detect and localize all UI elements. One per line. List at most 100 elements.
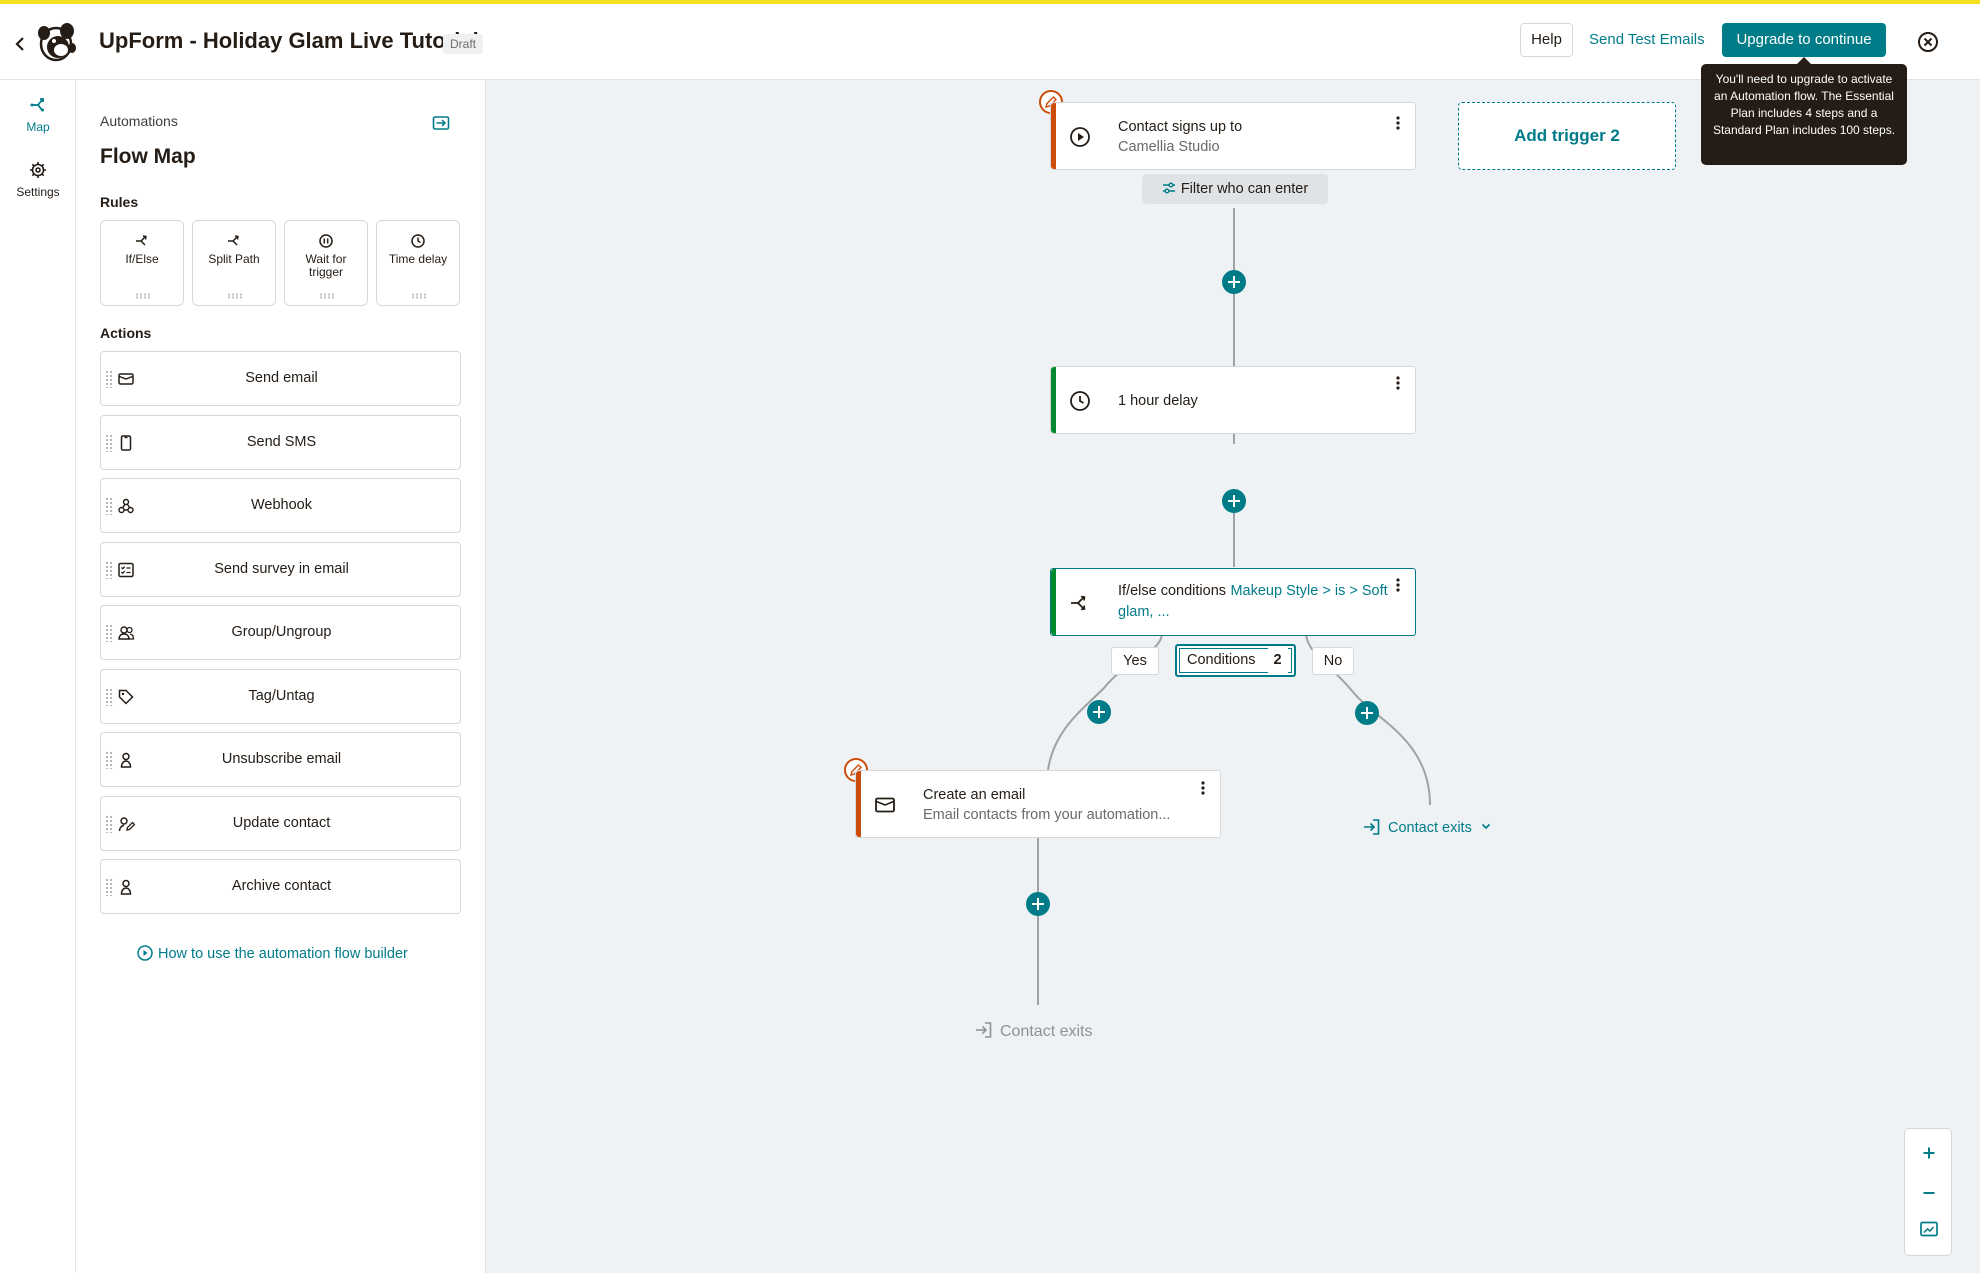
action-send-email[interactable]: Send email [100, 351, 461, 406]
rule-label: Time delay [388, 252, 448, 266]
action-send-sms[interactable]: Send SMS [100, 414, 461, 470]
play-circle-icon [1068, 125, 1092, 149]
fit-to-screen-icon[interactable] [1917, 1217, 1941, 1241]
add-trigger-button[interactable]: Add trigger 2 [1458, 102, 1676, 170]
action-send-survey[interactable]: Send survey in email [100, 541, 461, 597]
more-options-icon[interactable] [1196, 778, 1210, 798]
nav-item-label: Settings [16, 185, 60, 199]
action-label: Group/Ungroup [231, 624, 332, 640]
gear-icon [27, 159, 49, 181]
help-video-icon [136, 944, 154, 962]
upgrade-button[interactable]: Upgrade to continue [1722, 23, 1886, 57]
rule-label: Split Path [208, 252, 260, 266]
rule-split-path[interactable]: Split Path [192, 220, 276, 306]
close-icon[interactable] [1916, 30, 1940, 54]
conditions-count-badge: 2 [1267, 646, 1288, 675]
trigger-audience: Camellia Studio [1118, 139, 1220, 155]
actions-heading: Actions [100, 325, 152, 341]
clock-icon [410, 233, 426, 249]
if-else-icon [1068, 591, 1092, 615]
collapse-panel-icon[interactable] [432, 114, 450, 132]
exit-branch-label: Contact exits [1388, 820, 1472, 836]
more-options-icon[interactable] [1391, 373, 1405, 393]
nav-item-settings[interactable]: Settings [0, 159, 76, 199]
zoom-controls [1904, 1128, 1952, 1256]
rule-wait-for-trigger[interactable]: Wait for trigger [284, 220, 368, 306]
email-title: Create an email [923, 787, 1026, 803]
split-path-icon [226, 233, 242, 249]
back-chevron-icon[interactable] [10, 31, 30, 57]
trigger-title: Contact signs up to [1118, 119, 1243, 135]
nav-item-map[interactable]: Map [0, 94, 76, 134]
drag-handle-icon[interactable] [411, 293, 427, 299]
exit-label: Contact exits [1000, 1023, 1093, 1040]
email-node[interactable]: Create an email Email contacts from your… [855, 770, 1221, 838]
action-label: Archive contact [231, 878, 332, 894]
action-label: Send email [245, 370, 318, 386]
conditions-button[interactable]: Conditions 2 [1175, 644, 1296, 677]
delay-node[interactable]: 1 hour delay [1050, 366, 1416, 434]
action-unsubscribe-email[interactable]: Unsubscribe email [100, 732, 461, 787]
help-link-label: How to use the automation flow builder [158, 946, 408, 962]
action-label: Send SMS [246, 433, 317, 450]
delay-status-bar [1051, 367, 1056, 433]
if-else-node[interactable]: If/else conditions Makeup Style > is > S… [1050, 568, 1416, 636]
exit-icon [1362, 817, 1382, 837]
action-tag-untag[interactable]: Tag/Untag [100, 668, 461, 724]
action-update-contact[interactable]: Update contact [100, 795, 461, 851]
flow-canvas[interactable]: Contact signs up to Camellia Studio Filt… [486, 80, 1980, 1273]
action-webhook[interactable]: Webhook [100, 478, 461, 533]
yes-branch-label: Yes [1111, 647, 1159, 675]
add-step-button[interactable] [1222, 489, 1246, 513]
if-else-title: If/else conditions [1118, 583, 1227, 599]
automation-title: UpForm - Holiday Glam Live Tutorial [99, 28, 479, 53]
rule-if-else[interactable]: If/Else [100, 220, 184, 306]
if-else-status-bar [1051, 569, 1056, 635]
more-options-icon[interactable] [1391, 575, 1405, 595]
filter-who-can-enter-button[interactable]: Filter who can enter [1142, 174, 1328, 204]
mailchimp-logo-icon [36, 20, 78, 64]
rules-heading: Rules [100, 194, 139, 210]
add-step-button[interactable] [1087, 700, 1111, 724]
email-subtitle: Email contacts from your automation... [923, 807, 1171, 823]
page-title: Flow Map [100, 145, 196, 168]
send-test-emails-button[interactable]: Send Test Emails [1589, 23, 1705, 57]
action-archive-contact[interactable]: Archive contact [100, 859, 461, 914]
drag-handle-icon[interactable] [319, 293, 335, 299]
trigger-node[interactable]: Contact signs up to Camellia Studio [1050, 102, 1416, 170]
rule-label: If/Else [125, 252, 159, 266]
contact-exits-dropdown[interactable]: Contact exits [1362, 817, 1492, 837]
action-label: Unsubscribe email [221, 751, 342, 767]
breadcrumb[interactable]: Automations [100, 113, 178, 129]
add-step-button[interactable] [1222, 270, 1246, 294]
drag-handle-icon[interactable] [227, 293, 243, 299]
add-step-button[interactable] [1355, 701, 1379, 725]
delay-label: 1 hour delay [1118, 393, 1198, 409]
action-group-ungroup[interactable]: Group/Ungroup [100, 605, 461, 660]
action-label: Webhook [251, 497, 312, 513]
zoom-in-icon[interactable] [1917, 1141, 1941, 1165]
status-badge: Draft [443, 34, 484, 54]
help-button[interactable]: Help [1520, 23, 1573, 57]
zoom-out-icon[interactable] [1917, 1181, 1941, 1205]
flow-map-icon [27, 94, 49, 116]
email-icon [873, 793, 897, 817]
sliders-icon [1162, 181, 1176, 195]
trigger-status-bar [1051, 103, 1056, 169]
action-label: Update contact [232, 814, 331, 831]
filter-label: Filter who can enter [1180, 181, 1309, 197]
top-header: UpForm - Holiday Glam Live Tutorial Draf… [0, 4, 1980, 80]
contact-exits-node: Contact exits [974, 1020, 1092, 1041]
rule-time-delay[interactable]: Time delay [376, 220, 460, 306]
add-step-button[interactable] [1026, 892, 1050, 916]
drag-handle-icon[interactable] [135, 293, 151, 299]
exit-icon [974, 1020, 994, 1040]
wait-trigger-icon [318, 233, 334, 249]
conditions-label: Conditions [1187, 652, 1256, 668]
rule-label: Wait for trigger [305, 252, 347, 279]
help-link[interactable]: How to use the automation flow builder [136, 944, 408, 962]
more-options-icon[interactable] [1391, 113, 1405, 133]
nav-item-label: Map [26, 120, 50, 134]
if-else-icon [134, 233, 150, 249]
left-icon-nav: Map Settings [0, 80, 76, 1273]
